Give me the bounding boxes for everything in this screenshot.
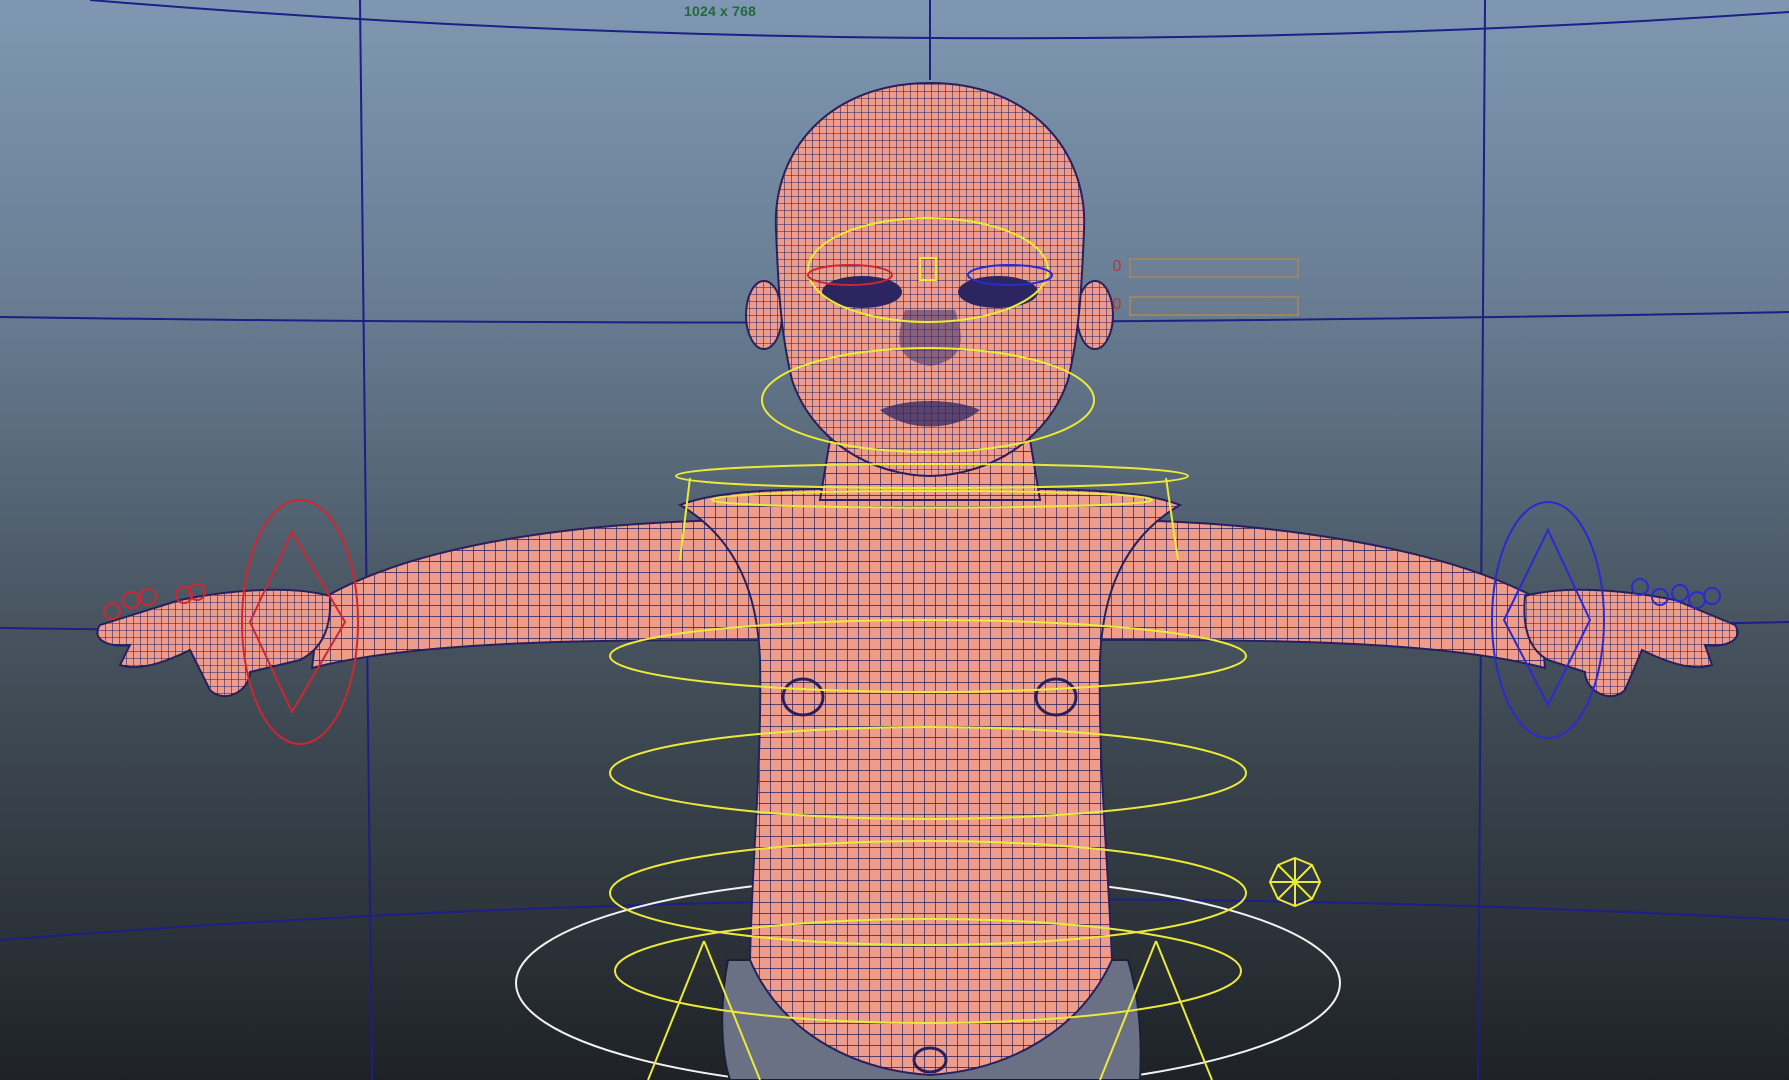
resolution-gate-label: 1024 x 768 bbox=[684, 3, 757, 19]
viewport-scene[interactable] bbox=[0, 0, 1789, 1080]
right-eye-socket bbox=[958, 276, 1038, 308]
slider-track[interactable] bbox=[1129, 296, 1299, 316]
world-locator-icon[interactable] bbox=[1268, 856, 1322, 908]
character-mesh[interactable] bbox=[96, 81, 1739, 1080]
maya-viewport[interactable]: 1024 x 768 0 0 bbox=[0, 0, 1789, 1080]
slider-track[interactable] bbox=[1129, 258, 1299, 278]
nose-mesh bbox=[899, 310, 961, 366]
blendshape-slider-2[interactable]: 0 bbox=[1108, 295, 1302, 317]
blendshape-slider-1[interactable]: 0 bbox=[1108, 257, 1302, 279]
slider-value: 0 bbox=[1112, 258, 1122, 275]
slider-value: 0 bbox=[1112, 296, 1122, 313]
